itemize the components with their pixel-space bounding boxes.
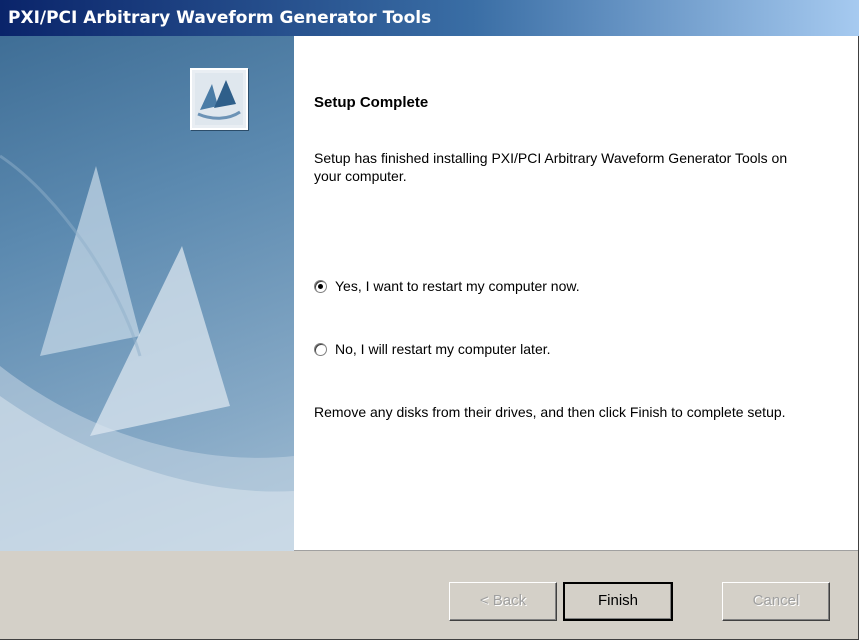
finish-instructions: Remove any disks from their drives, and … xyxy=(314,404,786,420)
sail-graphic xyxy=(0,154,294,551)
radio-unselected-icon[interactable] xyxy=(314,342,327,356)
side-banner xyxy=(0,36,294,551)
completion-message: Setup has finished installing PXI/PCI Ar… xyxy=(314,150,788,184)
cancel-button[interactable]: Cancel xyxy=(722,582,830,621)
content-panel: Setup Complete Setup has finished instal… xyxy=(294,36,858,551)
restart-later-option[interactable]: No, I will restart my computer later. xyxy=(314,341,551,357)
restart-later-label: No, I will restart my computer later. xyxy=(335,341,551,357)
restart-now-label: Yes, I want to restart my computer now. xyxy=(335,278,580,294)
restart-now-option[interactable]: Yes, I want to restart my computer now. xyxy=(314,278,580,294)
window-title: PXI/PCI Arbitrary Waveform Generator Too… xyxy=(0,0,859,36)
finish-button[interactable]: Finish xyxy=(563,582,673,621)
radio-selected-icon[interactable] xyxy=(314,279,327,293)
page-title: Setup Complete xyxy=(314,94,429,111)
installer-logo-icon xyxy=(190,68,248,130)
back-button[interactable]: < Back xyxy=(449,582,557,621)
setup-dialog: PXI/PCI Arbitrary Waveform Generator Too… xyxy=(0,0,859,640)
